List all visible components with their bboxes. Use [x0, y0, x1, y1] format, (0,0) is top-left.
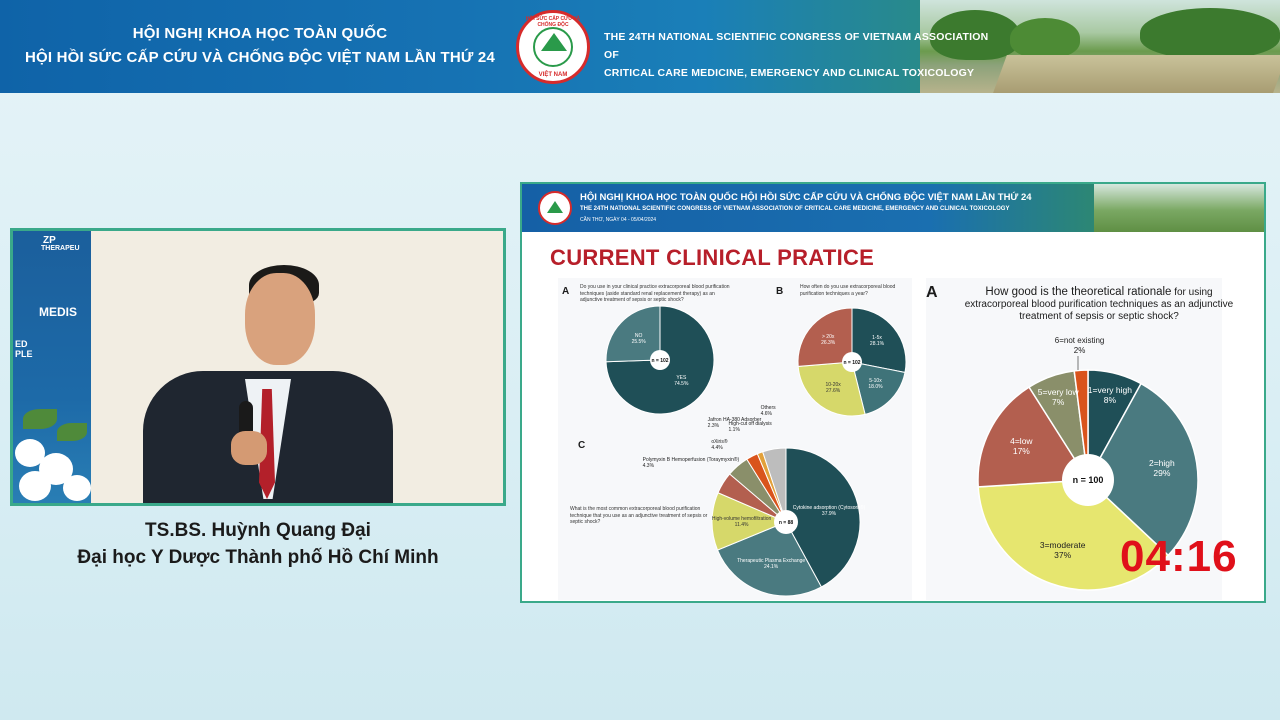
panel-b-slice-label: 10-20x 27.6% — [825, 382, 841, 395]
association-logo: HỒI SỨC CẤP CỨU VÀ CHỐNG ĐỘC VIỆT NAM — [516, 10, 590, 84]
banner-title-vn-line1: HỘI NGHỊ KHOA HỌC TOÀN QUỐC — [132, 25, 388, 42]
backdrop-text: MEDIS — [39, 305, 78, 319]
panel-d-slice-label: 6=not existing 2% — [1054, 336, 1105, 356]
panel-c-slice-label: Others 4.6% — [760, 405, 776, 418]
flower-arrangement — [13, 409, 113, 503]
conference-banner: HỘI NGHỊ KHOA HỌC TOÀN QUỐC HỘI HỒI SỨC … — [0, 0, 1280, 93]
logo-ring-bottom-text: VIỆT NAM — [538, 72, 568, 78]
speaker-affiliation: Đại học Y Dược Thành phố Hồ Chí Minh — [77, 547, 439, 568]
banner-title-en: THE 24TH NATIONAL SCIENTIFIC CONGRESS OF… — [604, 28, 1004, 82]
panel-b-n-label: n = 102 — [843, 360, 860, 366]
panel-c-slice-label: High-volume hemofiltration 11.4% — [711, 515, 772, 528]
panel-c-n-label: n = 88 — [779, 520, 794, 526]
speaker-head — [245, 273, 315, 365]
panel-d-slice-label: 4=low 17% — [1010, 436, 1033, 457]
backdrop-text: PLE — [15, 349, 33, 359]
speaker-name: TS.BS. Huỳnh Quang Đại — [145, 520, 371, 541]
banner-title-en-line1: THE 24TH NATIONAL SCIENTIFIC CONGRESS OF… — [604, 31, 989, 61]
panel-c-slice-label: High-cut off dialysis 1.1% — [728, 420, 772, 433]
countdown-timer: 04:16 — [1120, 532, 1238, 581]
banner-title-vn-line2: HỘI HỒI SỨC CẤP CỨU VÀ CHỐNG ĐỘC VIỆT NA… — [25, 49, 495, 66]
panel-a-n-label: n = 102 — [651, 358, 668, 364]
panel-a-slice-label: YES 74.5% — [674, 374, 689, 387]
panel-b-slice-label: > 20x 26.3% — [821, 334, 836, 347]
panel-d-slice-label: 2=high 29% — [1148, 458, 1175, 479]
backdrop-text: ED — [15, 339, 28, 349]
backdrop-text: THERAPEU — [41, 245, 80, 252]
panel-d-slice-label: 3=moderate 37% — [1039, 540, 1086, 561]
panel-b-slice-label: 1-5x 28.1% — [869, 335, 885, 348]
panel-c-slice-label: Polymyxin B Hemoperfusion (Toraymyxin®) … — [642, 456, 740, 469]
panel-d-slice-label: 1=very high 8% — [1087, 384, 1132, 405]
panel-c-slice-label: Cytokine adsorption (Cytosorb®) 37.9% — [792, 505, 866, 518]
banner-title-en-line2: CRITICAL CARE MEDICINE, EMERGENCY AND CL… — [604, 67, 975, 79]
panel-b-slice-label: 5-10x 18.0% — [868, 378, 883, 391]
panel-c-slice-label: oXiris® 4.4% — [711, 438, 728, 451]
panel-c-slice-label: Therapeutic Plasma Exchange 24.1% — [737, 557, 806, 570]
banner-title-vn: HỘI NGHỊ KHOA HỌC TOÀN QUỐC HỘI HỒI SỨC … — [0, 22, 520, 70]
panel-d-slice-label: 5=very low 7% — [1037, 387, 1079, 408]
panel-a-slice-label: NO 25.5% — [631, 333, 646, 346]
speaker-video: ZP THERAPEU MEDIS ED PLE — [10, 228, 506, 506]
panel-d-n-label: n = 100 — [1073, 475, 1104, 485]
